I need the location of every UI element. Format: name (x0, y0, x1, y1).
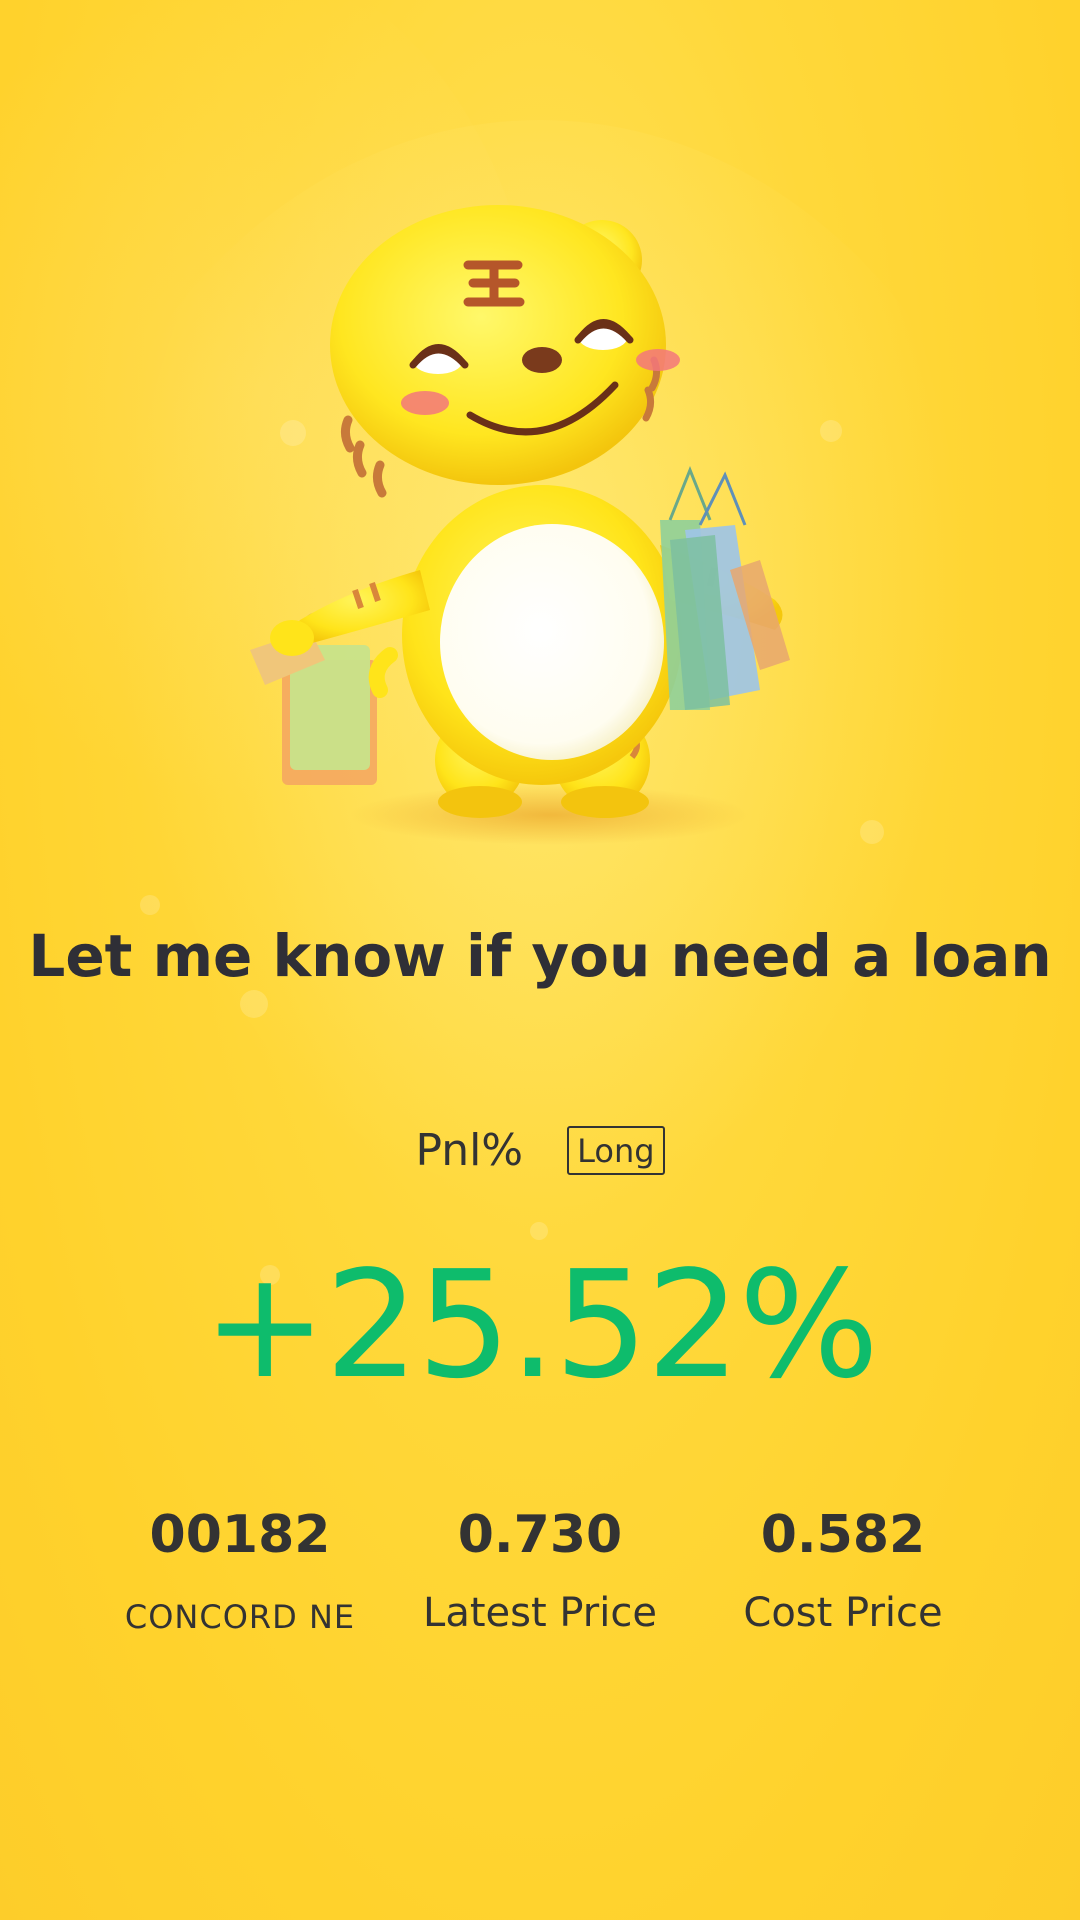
latest-price-value: 0.730 (457, 1505, 623, 1565)
stats-row: 00182 CONCORD NE 0.730 Latest Price 0.58… (0, 1500, 1080, 1670)
stat-latest-price: 0.730 Latest Price (390, 1500, 690, 1638)
share-card: Let me know if you need a loan Pnl% Long… (0, 0, 1080, 1920)
cost-price-value: 0.582 (760, 1505, 926, 1565)
shopping-bag-right (660, 465, 790, 710)
pnl-percentage: +25.52% (202, 1239, 879, 1411)
bokeh-dot (530, 1222, 548, 1240)
stock-code: 00182 (149, 1505, 331, 1565)
pnl-label: Pnl% (415, 1125, 524, 1176)
bokeh-dot (240, 990, 268, 1018)
stat-stock: 00182 CONCORD NE (90, 1500, 390, 1642)
stock-name: CONCORD NE (124, 1598, 356, 1636)
bokeh-dot (860, 820, 884, 844)
headline: Let me know if you need a loan (28, 922, 1052, 990)
latest-price-label: Latest Price (423, 1590, 657, 1636)
stat-cost-price: 0.582 Cost Price (693, 1500, 993, 1638)
cost-price-label: Cost Price (743, 1590, 943, 1636)
pnl-header: Pnl% Long (0, 1125, 1080, 1176)
bokeh-dot (140, 895, 160, 915)
position-badge: Long (567, 1126, 665, 1175)
tiger-mascot-illustration (250, 205, 790, 845)
